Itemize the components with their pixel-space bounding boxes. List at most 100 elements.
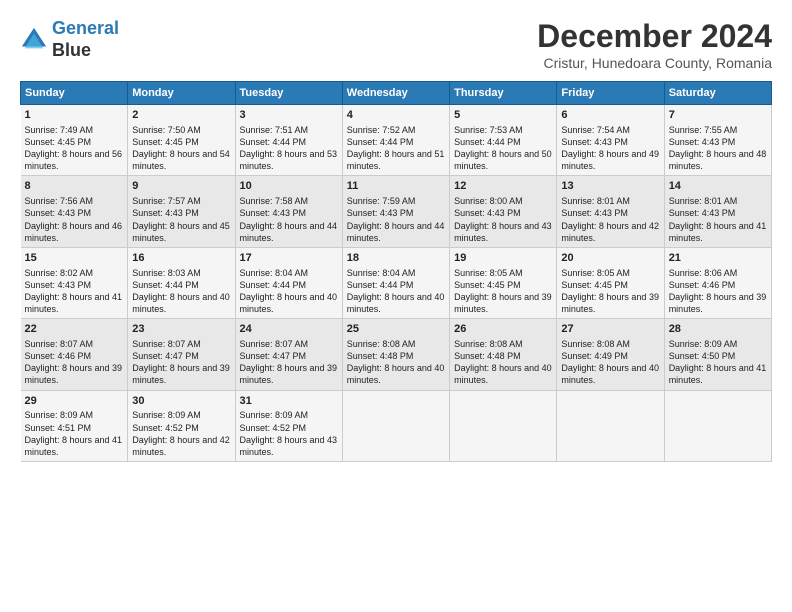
sunrise: Sunrise: 8:01 AM [561,196,630,206]
calendar-cell: 5Sunrise: 7:53 AMSunset: 4:44 PMDaylight… [450,105,557,176]
sunset: Sunset: 4:48 PM [454,351,521,361]
day-number: 20 [561,251,659,266]
sunrise: Sunrise: 7:52 AM [347,125,416,135]
calendar-week-row: 15Sunrise: 8:02 AMSunset: 4:43 PMDayligh… [21,247,772,318]
calendar-cell: 18Sunrise: 8:04 AMSunset: 4:44 PMDayligh… [342,247,449,318]
daylight: Daylight: 8 hours and 46 minutes. [25,221,123,243]
calendar-cell: 17Sunrise: 8:04 AMSunset: 4:44 PMDayligh… [235,247,342,318]
sunrise: Sunrise: 8:09 AM [132,410,201,420]
calendar-cell [342,390,449,461]
day-number: 3 [240,108,338,123]
day-number: 1 [25,108,124,123]
sunrise: Sunrise: 8:07 AM [132,339,201,349]
daylight: Daylight: 8 hours and 39 minutes. [669,292,767,314]
day-number: 8 [25,179,124,194]
day-header: Saturday [664,82,771,105]
calendar-cell: 26Sunrise: 8:08 AMSunset: 4:48 PMDayligh… [450,319,557,390]
sunset: Sunset: 4:50 PM [669,351,736,361]
sunset: Sunset: 4:43 PM [132,208,199,218]
sunset: Sunset: 4:43 PM [347,208,414,218]
day-number: 9 [132,179,230,194]
calendar-cell [664,390,771,461]
sunrise: Sunrise: 8:08 AM [347,339,416,349]
page: General Blue December 2024 Cristur, Hune… [0,0,792,612]
sunset: Sunset: 4:43 PM [669,137,736,147]
calendar-week-row: 29Sunrise: 8:09 AMSunset: 4:51 PMDayligh… [21,390,772,461]
daylight: Daylight: 8 hours and 53 minutes. [240,149,338,171]
sunrise: Sunrise: 8:03 AM [132,268,201,278]
calendar-cell: 8 Sunrise: 7:56 AM Sunset: 4:43 PM Daylight… [21,176,128,247]
day-number: 7 [669,108,767,123]
title-block: December 2024 Cristur, Hunedoara County,… [537,18,772,71]
sunset: Sunset: 4:52 PM [240,423,307,433]
sunrise: Sunrise: 8:06 AM [669,268,738,278]
sunset: Sunset: 4:44 PM [347,137,414,147]
calendar-cell: 24Sunrise: 8:07 AMSunset: 4:47 PMDayligh… [235,319,342,390]
sunset: Sunset: 4:45 PM [25,137,92,147]
sunrise: Sunrise: 7:55 AM [669,125,738,135]
day-header: Monday [128,82,235,105]
day-number: 25 [347,322,445,337]
sunrise: Sunrise: 7:53 AM [454,125,523,135]
day-number: 13 [561,179,659,194]
logo-text: General Blue [52,18,119,61]
logo-icon [20,26,48,54]
calendar-cell: 7Sunrise: 7:55 AMSunset: 4:43 PMDaylight… [664,105,771,176]
calendar-cell: 1Sunrise: 7:49 AMSunset: 4:45 PMDaylight… [21,105,128,176]
sunset: Sunset: 4:44 PM [240,280,307,290]
calendar-cell: 6Sunrise: 7:54 AMSunset: 4:43 PMDaylight… [557,105,664,176]
calendar-table: SundayMondayTuesdayWednesdayThursdayFrid… [20,81,772,462]
logo-line1: General [52,18,119,38]
daylight: Daylight: 8 hours and 49 minutes. [561,149,659,171]
sunset: Sunset: 4:44 PM [454,137,521,147]
calendar-cell: 23Sunrise: 8:07 AMSunset: 4:47 PMDayligh… [128,319,235,390]
sunrise: Sunrise: 7:58 AM [240,196,309,206]
sunset: Sunset: 4:45 PM [132,137,199,147]
sunrise: Sunrise: 8:05 AM [454,268,523,278]
sunset: Sunset: 4:44 PM [132,280,199,290]
sunrise: Sunrise: 8:09 AM [240,410,309,420]
calendar-cell: 9Sunrise: 7:57 AMSunset: 4:43 PMDaylight… [128,176,235,247]
calendar-week-row: 1 Sunrise: 7:49 AM Sunset: 4:45 PM Daylight… [21,105,772,176]
daylight: Daylight: 8 hours and 40 minutes. [347,363,445,385]
calendar-cell: 29Sunrise: 8:09 AMSunset: 4:51 PMDayligh… [21,390,128,461]
sunset: Sunset: 4:43 PM [669,208,736,218]
sunrise: Sunrise: 8:09 AM [669,339,738,349]
calendar-cell: 16Sunrise: 8:03 AMSunset: 4:44 PMDayligh… [128,247,235,318]
sunset: Sunset: 4:43 PM [454,208,521,218]
sunset: Sunset: 4:52 PM [132,423,199,433]
logo: General Blue [20,18,119,61]
sunrise: Sunrise: 7:51 AM [240,125,309,135]
calendar-cell: 22Sunrise: 8:07 AMSunset: 4:46 PMDayligh… [21,319,128,390]
sunrise: Sunrise: 7:56 AM [25,196,94,206]
day-number: 22 [25,322,124,337]
daylight: Daylight: 8 hours and 39 minutes. [561,292,659,314]
calendar-cell: 11Sunrise: 7:59 AMSunset: 4:43 PMDayligh… [342,176,449,247]
sunrise: Sunrise: 8:04 AM [347,268,416,278]
daylight: Daylight: 8 hours and 51 minutes. [347,149,445,171]
daylight: Daylight: 8 hours and 41 minutes. [669,363,767,385]
day-number: 19 [454,251,552,266]
day-number: 4 [347,108,445,123]
sunrise: Sunrise: 7:54 AM [561,125,630,135]
sunrise: Sunrise: 8:08 AM [561,339,630,349]
sunrise: Sunrise: 8:08 AM [454,339,523,349]
day-number: 15 [25,251,124,266]
sunrise: Sunrise: 8:07 AM [240,339,309,349]
calendar-cell: 14Sunrise: 8:01 AMSunset: 4:43 PMDayligh… [664,176,771,247]
sunset: Sunset: 4:45 PM [561,280,628,290]
sunrise: Sunrise: 7:49 AM [25,125,94,135]
header-row: SundayMondayTuesdayWednesdayThursdayFrid… [21,82,772,105]
sunrise: Sunrise: 8:02 AM [25,268,94,278]
daylight: Daylight: 8 hours and 44 minutes. [347,221,445,243]
sunset: Sunset: 4:43 PM [25,208,92,218]
day-number: 30 [132,394,230,409]
calendar-week-row: 8 Sunrise: 7:56 AM Sunset: 4:43 PM Daylight… [21,176,772,247]
calendar-cell: 19Sunrise: 8:05 AMSunset: 4:45 PMDayligh… [450,247,557,318]
day-header: Tuesday [235,82,342,105]
daylight: Daylight: 8 hours and 45 minutes. [132,221,230,243]
calendar-cell: 25Sunrise: 8:08 AMSunset: 4:48 PMDayligh… [342,319,449,390]
daylight: Daylight: 8 hours and 41 minutes. [669,221,767,243]
daylight: Daylight: 8 hours and 43 minutes. [240,435,338,457]
sunrise: Sunrise: 8:05 AM [561,268,630,278]
